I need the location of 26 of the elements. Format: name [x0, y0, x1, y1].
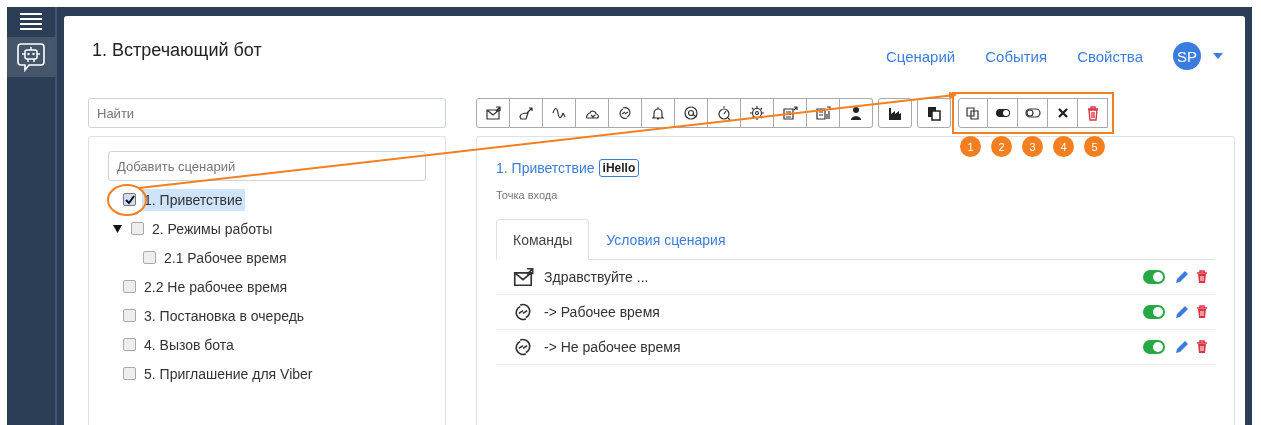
scenario-title[interactable]: 1. Приветствие	[496, 160, 595, 176]
scenario-subtitle: Точка входа	[496, 189, 559, 201]
callout-number: 3	[1022, 136, 1043, 157]
tree-item[interactable]: 2. Режимы работы	[150, 217, 275, 240]
nav-link[interactable]: Свойства	[1077, 47, 1143, 65]
tree-item[interactable]: 2.1 Рабочее время	[162, 246, 289, 269]
nav-link[interactable]: События	[985, 47, 1048, 65]
tab[interactable]: Команды	[496, 219, 590, 260]
callout-number: 1	[960, 136, 981, 157]
command-text: Здравствуйте ...	[543, 269, 650, 285]
tree-item[interactable]: 4. Вызов бота	[142, 333, 236, 356]
search-field[interactable]: Найти	[88, 98, 446, 128]
callout-number: 4	[1053, 136, 1074, 157]
tab[interactable]: Условия сценария	[589, 219, 743, 260]
tree-item[interactable]: 3. Постановка в очередь	[142, 304, 307, 327]
user-avatar[interactable]: SP	[1173, 42, 1201, 70]
nav-link[interactable]: Сценарий	[885, 47, 956, 65]
add-scenario-field[interactable]: Добавить сценарий	[108, 151, 426, 181]
command-text: -> Не рабочее время	[543, 339, 682, 355]
tree-item[interactable]: 5. Приглашение для Viber	[142, 362, 315, 385]
tree-item[interactable]: 2.2 Не рабочее время	[142, 275, 290, 298]
callout-number: 5	[1084, 136, 1105, 157]
scenario-tag: iHello	[598, 159, 640, 177]
callout-number: 2	[991, 136, 1012, 157]
page-title: 1. Встречающий бот	[91, 39, 262, 61]
command-text: -> Рабочее время	[543, 304, 661, 320]
